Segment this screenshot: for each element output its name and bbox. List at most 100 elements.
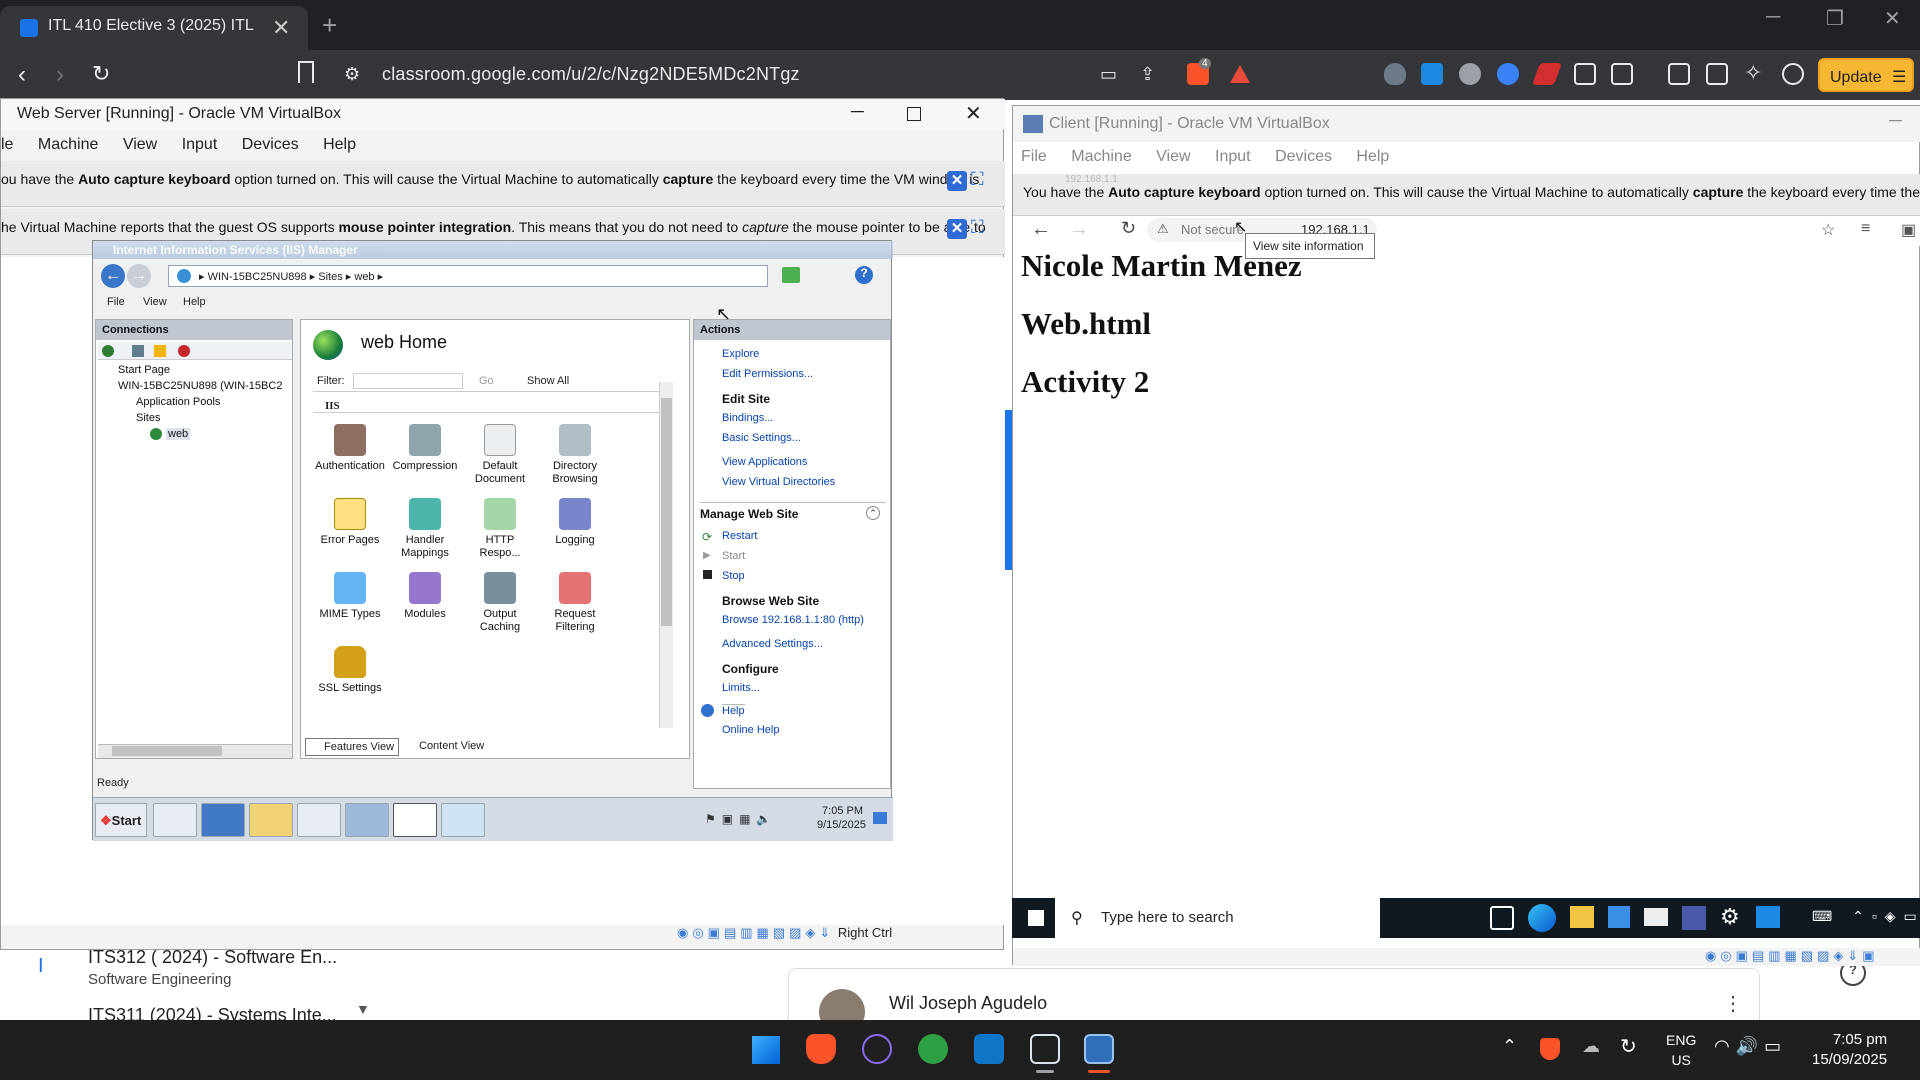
content-view-tab[interactable]: Content View [405,740,484,752]
refresh-icon[interactable] [782,267,800,283]
screenshot-icon[interactable] [1611,63,1633,85]
menu-machine[interactable]: Machine [1071,148,1131,165]
notice-mute-icon[interactable]: ⛶ [971,217,984,238]
shield-extension-icon[interactable] [1384,63,1406,85]
feature-authentication[interactable]: Authentication [313,424,387,473]
connect-icon[interactable] [102,345,114,357]
breadcrumb-item[interactable]: Sites [318,271,342,283]
vpn-icon[interactable] [1782,63,1804,85]
action-browse-site[interactable]: Browse 192.168.1.1:80 (http) [722,614,864,626]
breadcrumb-item[interactable]: WIN-15BC25NU898 [208,271,307,283]
feature-error-pages[interactable]: Error Pages [313,498,387,547]
restore-icon[interactable]: ❐ [1826,6,1844,31]
feature-mime-types[interactable]: MIME Types [313,572,387,621]
scroll-thumb[interactable] [112,746,222,756]
fi-extension-icon[interactable] [1421,63,1443,85]
notice-close-icon[interactable]: ✕ [947,171,967,191]
action-online-help[interactable]: Online Help [722,724,779,736]
feature-request-filtering[interactable]: Request Filtering [538,572,612,634]
app-icon[interactable] [1756,906,1780,928]
file-explorer-icon[interactable] [1570,906,1594,928]
menu-file[interactable]: File [1021,148,1047,165]
scroll-thumb[interactable] [661,398,672,626]
windows-start-icon[interactable] [752,1036,780,1064]
show-desktop-icon[interactable] [873,812,887,824]
action-bindings[interactable]: Bindings... [722,412,773,424]
leo-ai-icon[interactable]: ✧ [1744,60,1762,86]
recorder-icon[interactable] [862,1034,892,1064]
extensions-icon[interactable] [1574,63,1596,85]
show-all-button[interactable]: Show All [527,375,569,387]
menu-devices[interactable]: Devices [1275,148,1332,165]
feature-compression[interactable]: Compression [388,424,462,473]
tree-app-pools[interactable]: Application Pools [136,396,220,408]
feature-http-response[interactable]: HTTP Respo... [463,498,537,560]
back-icon[interactable]: ‹ [18,61,26,89]
action-view-applications[interactable]: View Applications [722,456,807,468]
cube-icon[interactable] [1030,1034,1060,1064]
feature-output-caching[interactable]: Output Caching [463,572,537,634]
feature-default-document[interactable]: Default Document [463,424,537,486]
notice-close-icon[interactable]: ✕ [947,219,967,239]
cloud-offline-icon[interactable]: ☁ [1582,1036,1600,1057]
close-icon[interactable]: ✕ [965,101,982,126]
feature-modules[interactable]: Modules [388,572,462,621]
url-field[interactable]: classroom.google.com/u/2/c/Nzg2NDE5MDc2N… [382,64,800,85]
site-info-icon[interactable]: ⚙ [344,64,360,85]
tree-server[interactable]: WIN-15BC25NU898 (WIN-15BC2 [118,380,290,392]
notice-mute-icon[interactable]: ⛶ [971,169,984,190]
language-indicator[interactable]: ENG US [1666,1030,1696,1070]
tree-web-site[interactable]: web [166,428,191,440]
filter-input[interactable] [353,373,463,389]
store-icon[interactable] [1608,906,1630,928]
action-view-virtual-directories[interactable]: View Virtual Directories [722,476,835,488]
edge-icon[interactable] [1528,904,1556,932]
minimize-icon[interactable]: ─ [851,101,864,122]
vertical-scrollbar[interactable] [659,382,673,728]
feature-handler-mappings[interactable]: Handler Mappings [388,498,462,560]
cast-icon[interactable]: ▭ [1100,64,1117,85]
minimize-icon[interactable]: ─ [1766,6,1780,29]
features-view-tab[interactable]: Features View [305,738,399,756]
maximize-icon[interactable] [907,107,921,121]
virtualbox-icon[interactable] [1084,1034,1114,1064]
browser-tab[interactable]: ITL 410 Elective 3 (2025) ITL 410 ✕ [0,6,308,50]
menu-input[interactable]: Input [182,136,218,153]
menu-file[interactable]: File [107,296,125,308]
guest-search-box[interactable]: ⚲ Type here to search [1055,898,1380,938]
favorite-icon[interactable]: ☆ [1821,220,1835,240]
more-options-icon[interactable]: ⋮ [1723,991,1743,1016]
sync-icon[interactable]: ↻ [1620,1034,1637,1059]
menu-input[interactable]: Input [1215,148,1251,165]
bookmark-icon[interactable] [298,61,314,83]
forward-icon[interactable]: → [127,264,151,288]
manage-web-site-header[interactable]: Manage Web Site [700,502,886,521]
brave-icon[interactable] [806,1034,836,1064]
brave-rewards-icon[interactable] [1230,65,1250,83]
save-icon[interactable] [132,345,144,357]
reload-icon[interactable]: ↻ [92,61,110,87]
windows-start-icon[interactable] [1028,910,1044,926]
action-explore[interactable]: Explore [722,348,759,360]
menu-help[interactable]: Help [323,136,356,153]
update-button[interactable]: Update ☰ [1818,58,1914,92]
action-edit-permissions[interactable]: Edit Permissions... [722,368,813,380]
action-basic-settings[interactable]: Basic Settings... [722,432,801,444]
mail-icon[interactable] [1644,908,1668,926]
action-start[interactable]: Start [722,550,745,562]
feature-directory-browsing[interactable]: Directory Browsing [538,424,612,486]
back-icon[interactable]: ← [1031,218,1051,241]
action-limits[interactable]: Limits... [722,682,760,694]
app-icon[interactable] [1682,906,1706,930]
breadcrumb-item[interactable]: web [354,271,374,283]
minimize-icon[interactable]: ─ [1889,110,1902,131]
admin-tools-icon[interactable] [297,803,341,837]
back-icon[interactable]: ← [101,264,125,288]
settings-icon[interactable]: ⚙ [1720,904,1740,930]
iis-taskbar-icon[interactable] [345,803,389,837]
xbox-icon[interactable] [918,1034,948,1064]
menu-view[interactable]: View [143,296,167,308]
close-icon[interactable]: ✕ [1884,6,1901,31]
app-icon[interactable] [441,803,485,837]
up-icon[interactable] [154,345,166,357]
